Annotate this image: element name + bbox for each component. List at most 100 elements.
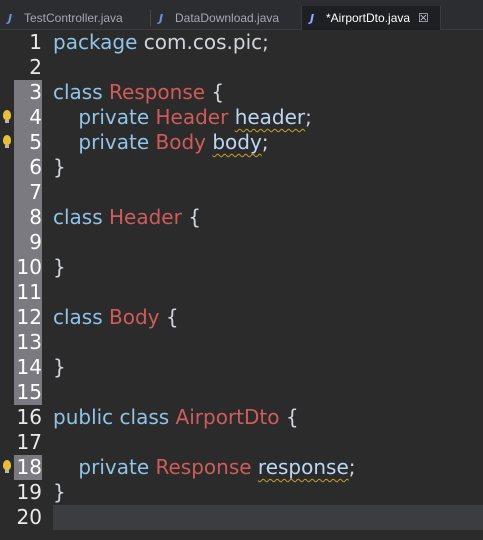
code-token-field: body	[212, 130, 262, 154]
code-line[interactable]: 20	[0, 505, 483, 530]
gutter-marker	[0, 255, 14, 280]
tab-label: *AirportDto.java	[326, 11, 411, 25]
code-line[interactable]: 18 private Response response;	[0, 455, 483, 480]
gutter-marker	[0, 505, 14, 530]
line-number: 16	[16, 405, 42, 429]
line-number: 11	[14, 280, 42, 305]
code-token-cls: Body	[109, 305, 160, 329]
java-file-icon: J	[8, 11, 13, 25]
code-token-cls: Body	[155, 130, 213, 154]
code-line[interactable]: 8 class Header {	[0, 205, 483, 230]
java-file-icon: J	[159, 11, 164, 25]
code-token-txt: ;	[348, 455, 356, 479]
code-token-txt: }	[53, 355, 66, 379]
line-number: 2	[29, 55, 42, 79]
current-line-highlight	[53, 505, 483, 530]
line-number: 17	[16, 430, 42, 454]
line-number: 4	[14, 105, 42, 130]
line-number: 6	[14, 155, 42, 180]
line-number: 5	[14, 130, 42, 155]
line-number: 8	[14, 205, 42, 230]
line-number: 18	[14, 455, 42, 480]
code-line[interactable]: 3 class Response {	[0, 80, 483, 105]
gutter-marker	[0, 280, 14, 305]
code-text: package com.cos.pic;	[53, 30, 269, 55]
code-line[interactable]: 14}	[0, 355, 483, 380]
lightbulb-warning-icon[interactable]	[3, 460, 11, 473]
code-token-field: header	[234, 105, 306, 129]
code-line[interactable]: 13	[0, 330, 483, 355]
code-text: private Response response;	[53, 455, 356, 480]
code-text: class Header {	[53, 205, 201, 230]
code-token-cls: Response	[155, 455, 258, 479]
gutter-marker	[0, 130, 14, 155]
code-token-txt: {	[159, 305, 179, 329]
line-number: 7	[14, 180, 42, 205]
code-line[interactable]: 5 private Body body;	[0, 130, 483, 155]
line-number: 20	[16, 505, 42, 529]
code-line[interactable]: 2	[0, 55, 483, 80]
code-line[interactable]: 15	[0, 380, 483, 405]
code-text: class Body {	[53, 305, 179, 330]
gutter-marker	[0, 480, 14, 505]
code-token-kw: package	[53, 30, 144, 54]
code-token-txt: {	[181, 205, 201, 229]
tab-datadownload[interactable]: J DataDownload.java	[151, 6, 301, 30]
gutter-marker	[0, 305, 14, 330]
code-text: public class AirportDto {	[53, 405, 299, 430]
code-token-field: response	[257, 455, 349, 479]
code-line[interactable]: 17	[0, 430, 483, 455]
code-line[interactable]: 9	[0, 230, 483, 255]
code-token-kw: class	[53, 205, 110, 229]
gutter-marker	[0, 355, 14, 380]
code-text: private Header header;	[53, 105, 312, 130]
code-text: }	[53, 355, 66, 380]
gutter-marker	[0, 105, 14, 130]
line-number: 10	[14, 255, 42, 280]
code-editor[interactable]: 1 package com.cos.pic; 2 3 class Response {4…	[0, 30, 483, 540]
tab-airportdto[interactable]: J *AirportDto.java ☒	[301, 6, 441, 30]
lightbulb-warning-icon[interactable]	[3, 135, 11, 148]
gutter-marker	[0, 30, 14, 55]
line-number: 9	[14, 230, 42, 255]
line-number: 3	[14, 80, 42, 105]
gutter-marker	[0, 180, 14, 205]
code-line[interactable]: 7	[0, 180, 483, 205]
tab-label: DataDownload.java	[175, 11, 280, 25]
code-line[interactable]: 10}	[0, 255, 483, 280]
tab-testcontroller[interactable]: J TestController.java	[0, 6, 150, 30]
gutter-marker	[0, 455, 14, 480]
code-text: private Body body;	[53, 130, 269, 155]
code-token-kw: private	[53, 455, 156, 479]
code-token-txt: ;	[261, 130, 269, 154]
gutter-marker	[0, 430, 14, 455]
code-line[interactable]: 19}	[0, 480, 483, 505]
code-token-kw: private	[53, 130, 156, 154]
line-number: 19	[16, 480, 42, 504]
code-line[interactable]: 6}	[0, 155, 483, 180]
code-token-txt: com.cos.pic;	[143, 30, 269, 54]
close-tab-icon[interactable]: ☒	[418, 11, 429, 25]
code-token-txt: ;	[305, 105, 312, 129]
editor-tab-bar: J TestController.java J DataDownload.jav…	[0, 0, 483, 30]
code-text: }	[53, 255, 66, 280]
code-line[interactable]: 11	[0, 280, 483, 305]
lightbulb-warning-icon[interactable]	[3, 110, 11, 123]
code-token-kw: public class	[53, 405, 176, 429]
code-line[interactable]: 4 private Header header;	[0, 105, 483, 130]
gutter-marker	[0, 405, 14, 430]
gutter-marker	[0, 205, 14, 230]
java-file-icon: J	[310, 11, 315, 25]
code-token-cls: Header	[155, 105, 235, 129]
gutter-marker	[0, 80, 14, 105]
line-number: 14	[14, 355, 42, 380]
code-line[interactable]: 1 package com.cos.pic;	[0, 30, 483, 55]
tab-label: TestController.java	[24, 11, 123, 25]
code-line[interactable]: 12 class Body {	[0, 305, 483, 330]
code-line[interactable]: 16 public class AirportDto {	[0, 405, 483, 430]
code-token-kw: class	[53, 305, 110, 329]
code-token-kw: class	[53, 80, 110, 104]
code-token-cls: Response	[109, 80, 206, 104]
code-token-cls: AirportDto	[175, 405, 280, 429]
code-text: class Response {	[53, 80, 224, 105]
